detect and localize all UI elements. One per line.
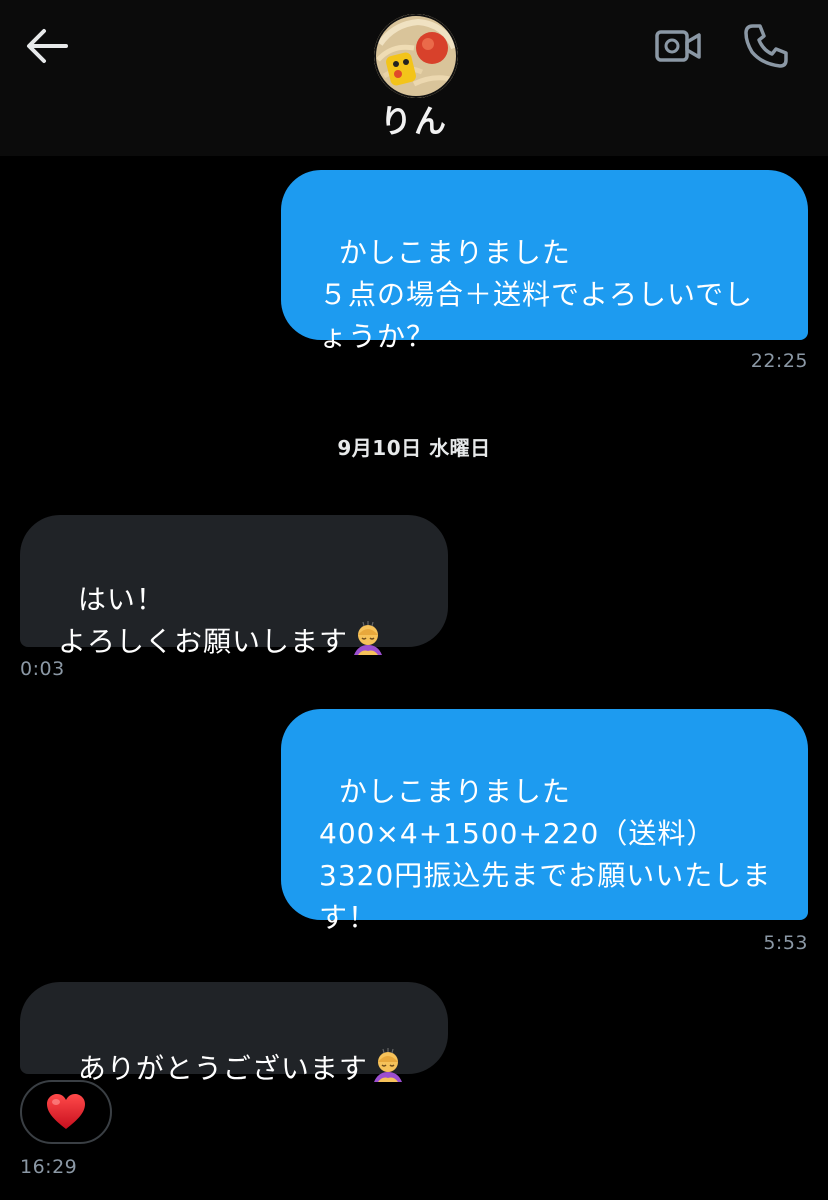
message-timestamp: 5:53 bbox=[763, 932, 808, 954]
message-timestamp: 22:25 bbox=[750, 350, 808, 372]
contact-name[interactable]: りん bbox=[0, 96, 828, 142]
message-timestamp: 16:29 bbox=[20, 1156, 78, 1178]
heart-emoji bbox=[47, 1094, 85, 1129]
message-text: はい！ よろしくお願いします bbox=[58, 583, 349, 658]
arrow-left-icon bbox=[27, 29, 68, 63]
person-bowing-emoji bbox=[373, 1048, 402, 1082]
message-timestamp: 0:03 bbox=[20, 658, 65, 680]
chat-header: りん bbox=[0, 0, 828, 156]
avatar-image bbox=[374, 14, 458, 98]
video-call-button[interactable] bbox=[652, 24, 704, 68]
phone-icon bbox=[744, 24, 788, 68]
message-bubble-incoming[interactable]: はい！ よろしくお願いします bbox=[20, 515, 448, 658]
phone-call-button[interactable] bbox=[740, 20, 792, 70]
message-bubble-incoming[interactable]: ありがとうございます bbox=[20, 982, 448, 1085]
message-text: ありがとうございます bbox=[77, 1052, 368, 1085]
date-separator: 9月10日 水曜日 bbox=[337, 436, 491, 460]
message-text: かしこまりました ５点の場合＋送料でよろしいでしょうか？ bbox=[319, 236, 754, 353]
video-call-icon bbox=[655, 30, 701, 62]
message-text: かしこまりました 400×4+1500+220（送料） 3320円振込先までお願… bbox=[319, 775, 772, 934]
message-bubble-outgoing[interactable]: かしこまりました ５点の場合＋送料でよろしいでしょうか？ bbox=[281, 170, 808, 353]
person-bowing-emoji bbox=[354, 621, 383, 655]
message-bubble-outgoing[interactable]: かしこまりました 400×4+1500+220（送料） 3320円振込先までお願… bbox=[281, 709, 808, 934]
contact-avatar[interactable] bbox=[374, 14, 458, 98]
message-reaction[interactable] bbox=[20, 1080, 112, 1144]
back-button[interactable] bbox=[20, 24, 72, 68]
